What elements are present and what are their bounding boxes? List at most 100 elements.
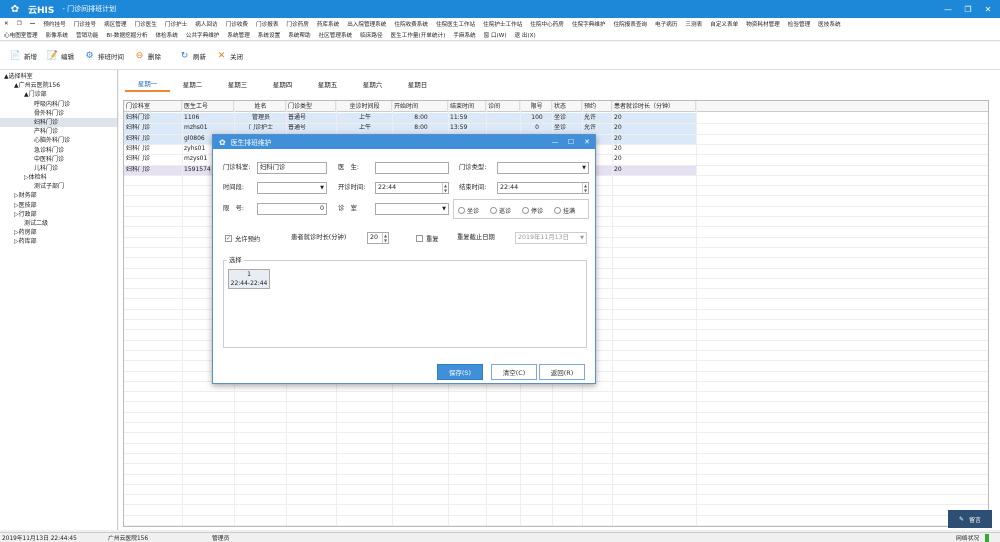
menu-item[interactable]: 住院护士工作站: [479, 20, 526, 28]
tree-node[interactable]: 呼吸内科门诊: [0, 100, 117, 109]
tree-node[interactable]: ▷行政部: [0, 210, 117, 219]
menu-item[interactable]: 系统设置: [254, 31, 284, 39]
grid-column-header[interactable]: 诊间: [486, 101, 520, 112]
duration-spinner-icon[interactable]: ▲ ▼: [382, 233, 388, 243]
grid-column-header[interactable]: 限号: [520, 101, 552, 112]
menu-item[interactable]: 退 出(X): [511, 31, 540, 39]
tree-node[interactable]: ▲选择科室: [0, 72, 117, 81]
clear-button[interactable]: 清空(C): [491, 364, 537, 380]
menu-item[interactable]: 营销功能: [72, 31, 102, 39]
tree-node[interactable]: 产科门诊: [0, 127, 117, 136]
menu-item[interactable]: 住院中心药房: [526, 20, 568, 28]
toolbar-close-button[interactable]: ✕ 关闭: [216, 50, 243, 61]
mdi-minimize-icon[interactable]: —: [26, 21, 40, 27]
tab-weekday[interactable]: 星期六: [350, 76, 395, 92]
end-time-input[interactable]: 22:44 ▲ ▼: [497, 182, 589, 194]
menu-item[interactable]: 社区管理系统: [315, 31, 357, 39]
close-window-icon[interactable]: ✕: [978, 0, 998, 18]
menu-item[interactable]: 药库系统: [313, 20, 343, 28]
department-tree[interactable]: ▲选择科室 ▲广州云医院156 ▲门诊部 呼吸内科门诊 骨外科门诊 妇科门诊 产科门诊 心脑外…: [0, 70, 118, 530]
restore-icon[interactable]: ❐: [958, 0, 978, 18]
tree-node[interactable]: 急诊科门诊: [0, 146, 117, 155]
tab-weekday[interactable]: 星期日: [395, 76, 440, 92]
menu-item[interactable]: 出入院管理系统: [343, 20, 390, 28]
repeat-checkbox[interactable]: 重复: [416, 232, 439, 244]
tab-weekday[interactable]: 星期一: [125, 76, 170, 92]
back-button[interactable]: 返回(R): [539, 364, 585, 380]
menu-item[interactable]: 医技系统: [814, 20, 844, 28]
grid-column-header[interactable]: 坐诊时间段: [336, 101, 392, 112]
menu-item[interactable]: 系统管理: [223, 31, 253, 39]
tree-node[interactable]: 妇科门诊: [0, 117, 117, 128]
menu-item[interactable]: 病区管理: [100, 20, 130, 28]
menu-item[interactable]: 门诊挂号: [70, 20, 100, 28]
tab-weekday[interactable]: 星期三: [215, 76, 260, 92]
menu-item[interactable]: 医生工作量(开单统计): [387, 31, 450, 39]
grid-column-header[interactable]: 医生工号: [182, 101, 234, 112]
toolbar-edit-button[interactable]: 📝 编辑: [47, 50, 74, 61]
menu-item[interactable]: 预约挂号: [39, 20, 69, 28]
dept-input[interactable]: 妇科门诊: [257, 162, 327, 174]
menu-item[interactable]: 门诊药房: [282, 20, 312, 28]
toolbar-delete-button[interactable]: ⊖ 删除: [134, 50, 161, 61]
menu-item[interactable]: 公共字典维护: [182, 31, 224, 39]
menu-item[interactable]: 手麻系统: [449, 31, 479, 39]
tree-node[interactable]: ▷药房部: [0, 228, 117, 237]
start-time-spinner-icon[interactable]: ▲ ▼: [442, 183, 448, 193]
tree-node[interactable]: ▷药库部: [0, 237, 117, 246]
doctor-input[interactable]: [375, 162, 449, 174]
menu-item[interactable]: 自定义表单: [706, 20, 742, 28]
tree-node[interactable]: ▲门诊部: [0, 90, 117, 99]
menu-item[interactable]: 心电图室管理: [0, 31, 42, 39]
grid-column-header[interactable]: 状态: [552, 101, 582, 112]
menu-item[interactable]: 影像系统: [42, 31, 72, 39]
grid-column-header[interactable]: 结束时间: [448, 101, 486, 112]
grid-column-header[interactable]: 姓名: [234, 101, 286, 112]
grid-column-header[interactable]: 门诊科室: [124, 101, 182, 112]
radio-stop[interactable]: 停诊: [522, 204, 543, 216]
mdi-close-icon[interactable]: ✕: [0, 21, 13, 27]
menu-item[interactable]: 检验管理: [784, 20, 814, 28]
grid-column-header[interactable]: 预约: [582, 101, 612, 112]
tree-node[interactable]: ▲广州云医院156: [0, 81, 117, 90]
tab-weekday[interactable]: 星期五: [305, 76, 350, 92]
radio-full[interactable]: 挂满: [554, 204, 575, 216]
menu-item[interactable]: 门诊医生: [130, 20, 160, 28]
menu-item[interactable]: 三测表: [681, 20, 706, 28]
grid-column-header[interactable]: 门诊类型: [286, 101, 336, 112]
menu-item[interactable]: 住院报表查询: [609, 20, 651, 28]
dialog-close-icon[interactable]: ✕: [579, 135, 595, 149]
menu-item[interactable]: 系统帮助: [284, 31, 314, 39]
tree-node[interactable]: 骨外科门诊: [0, 109, 117, 118]
message-button[interactable]: ✎ 留言: [948, 510, 992, 528]
grid-column-header[interactable]: 开始时间: [392, 101, 448, 112]
tree-node[interactable]: ▷体检科: [0, 173, 117, 182]
menu-item[interactable]: 门诊护士: [161, 20, 191, 28]
tree-node[interactable]: 测试二级: [0, 219, 117, 228]
limit-input[interactable]: 0: [257, 203, 327, 215]
dialog-minimize-icon[interactable]: —: [547, 135, 563, 149]
menu-item[interactable]: 物资耗材管理: [742, 20, 784, 28]
tree-node[interactable]: 心脑外科门诊: [0, 136, 117, 145]
end-time-spinner-icon[interactable]: ▲ ▼: [582, 183, 588, 193]
minimize-icon[interactable]: —: [938, 0, 958, 18]
room-select[interactable]: ▼: [375, 203, 449, 215]
mdi-restore-icon[interactable]: ❐: [13, 21, 26, 27]
tree-node[interactable]: 儿科门诊: [0, 164, 117, 173]
period-select[interactable]: ▼: [257, 182, 327, 194]
toolbar-new-button[interactable]: 📄 新增: [10, 50, 37, 61]
clinic-type-select[interactable]: ▼: [497, 162, 589, 174]
dialog-maximize-icon[interactable]: ☐: [563, 135, 579, 149]
save-button[interactable]: 保存(S): [437, 364, 483, 380]
menu-item[interactable]: BI-数据挖掘分析: [102, 31, 151, 39]
tree-node[interactable]: 中医科门诊: [0, 155, 117, 164]
duration-input[interactable]: 20 ▲ ▼: [367, 232, 389, 244]
menu-item[interactable]: 门诊报表: [252, 20, 282, 28]
menu-item[interactable]: 体检系统: [151, 31, 181, 39]
start-time-input[interactable]: 22:44 ▲ ▼: [375, 182, 449, 194]
repeat-end-date-input[interactable]: 2019年11月13日 ▼: [515, 232, 587, 244]
menu-item[interactable]: 住院字典维护: [568, 20, 610, 28]
grid-column-header[interactable]: 患者就诊时长（分钟）: [612, 101, 696, 112]
menu-item[interactable]: 门诊收费: [222, 20, 252, 28]
menu-item[interactable]: 住院医生工作站: [432, 20, 479, 28]
